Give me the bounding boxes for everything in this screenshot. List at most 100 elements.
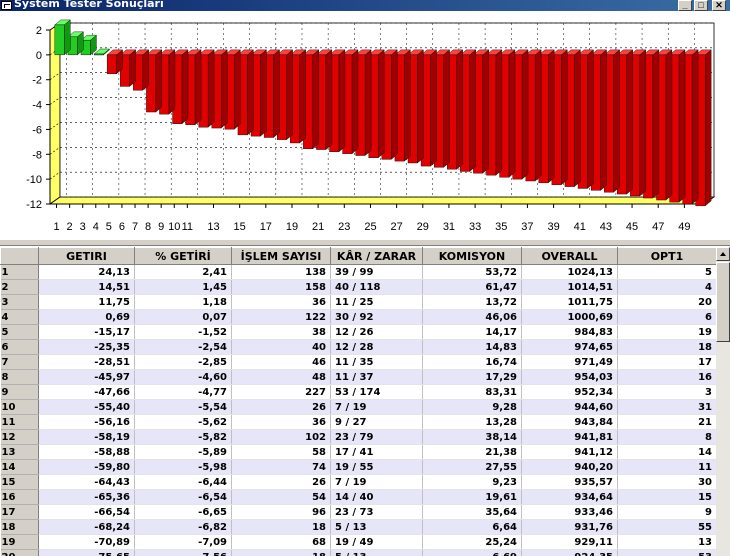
table-cell: 931,76 bbox=[521, 519, 618, 535]
minimize-button[interactable]: _ bbox=[678, 0, 692, 11]
table-row[interactable]: 19 -70,89 -7,09 68 19 / 49 25,24 929,11 13 bbox=[0, 534, 716, 550]
table-cell: -5,82 bbox=[134, 429, 232, 445]
table-cell: 12 / 26 bbox=[330, 324, 423, 340]
table-row[interactable]: 1 24,13 2,41 138 39 / 99 53,72 1024,13 5 bbox=[0, 264, 716, 280]
table-row[interactable]: 16 -65,36 -6,54 54 14 / 40 19,61 934,64 15 bbox=[0, 489, 716, 505]
table-cell: 1024,13 bbox=[521, 264, 618, 280]
table-cell: 924,35 bbox=[521, 549, 618, 556]
maximize-button[interactable]: □ bbox=[694, 0, 708, 11]
table-row[interactable]: 13 -58,88 -5,89 58 17 / 41 21,38 941,12 14 bbox=[0, 444, 716, 460]
table-row[interactable]: 14 -59,80 -5,98 74 19 / 55 27,55 940,20 11 bbox=[0, 459, 716, 475]
table-cell: -65,36 bbox=[38, 489, 135, 505]
row-number-cell: 10 bbox=[0, 399, 39, 415]
table-cell: 941,81 bbox=[521, 429, 618, 445]
table-row[interactable]: 5 -15,17 -1,52 38 12 / 26 14,17 984,83 19 bbox=[0, 324, 716, 340]
table-cell: -5,62 bbox=[134, 414, 232, 430]
table-cell: 16,74 bbox=[422, 354, 522, 370]
table-cell: 53,72 bbox=[422, 264, 522, 280]
x-tick-label: 31 bbox=[443, 221, 455, 233]
returns-bar-chart: 20-2-4-6-8-10-121 2 3 4 5 6 7 8 9 10 11 13 15 17 19 21 2… bbox=[26, 19, 716, 233]
table-cell: 58 bbox=[231, 444, 331, 460]
x-tick-label: 39 bbox=[547, 221, 559, 233]
table-cell: 46,06 bbox=[422, 309, 522, 325]
table-cell: 6 bbox=[617, 309, 716, 325]
y-tick-label: -12 bbox=[26, 199, 42, 211]
table-cell: 5 / 13 bbox=[330, 519, 423, 535]
table-cell: -5,54 bbox=[134, 399, 232, 415]
table-row[interactable]: 9 -47,66 -4,77 227 53 / 174 83,31 952,34 3 bbox=[0, 384, 716, 400]
table-cell: 13,28 bbox=[422, 414, 522, 430]
table-cell: 15 bbox=[617, 489, 716, 505]
table-cell: 61,47 bbox=[422, 279, 522, 295]
table-cell: 984,83 bbox=[521, 324, 618, 340]
x-tick-label: 9 bbox=[158, 221, 164, 233]
table-row[interactable]: 2 14,51 1,45 158 40 / 118 61,47 1014,51 4 bbox=[0, 279, 716, 295]
table-cell: 16 bbox=[617, 369, 716, 385]
table-cell: 929,11 bbox=[521, 534, 618, 550]
x-tick-label: 4 bbox=[93, 221, 99, 233]
y-tick-label: -2 bbox=[32, 75, 42, 87]
x-tick-label: 23 bbox=[338, 221, 350, 233]
x-tick-label: 17 bbox=[260, 221, 272, 233]
table-cell: -66,54 bbox=[38, 504, 135, 520]
close-button[interactable]: ✕ bbox=[712, 0, 726, 11]
table-cell: -68,24 bbox=[38, 519, 135, 535]
table-cell: 14,83 bbox=[422, 339, 522, 355]
table-row[interactable]: 18 -68,24 -6,82 18 5 / 13 6,64 931,76 55 bbox=[0, 519, 716, 535]
table-cell: 935,57 bbox=[521, 474, 618, 490]
table-cell: -6,54 bbox=[134, 489, 232, 505]
row-number-cell: 20 bbox=[0, 549, 39, 556]
x-tick-label: 15 bbox=[234, 221, 246, 233]
table-row[interactable]: 6 -25,35 -2,54 40 12 / 28 14,83 974,65 18 bbox=[0, 339, 716, 355]
vertical-scrollbar[interactable] bbox=[716, 247, 730, 556]
column-header[interactable]: KOMISYON bbox=[422, 247, 522, 265]
table-cell: 54 bbox=[231, 489, 331, 505]
row-number-cell: 9 bbox=[0, 384, 39, 400]
x-tick-label: 41 bbox=[574, 221, 586, 233]
table-cell: 23 / 73 bbox=[330, 504, 423, 520]
row-number-cell: 17 bbox=[0, 504, 39, 520]
table-row[interactable]: 20-75,65-7,56185 / 136,69924,3553 bbox=[0, 549, 716, 556]
table-cell: -55,40 bbox=[38, 399, 135, 415]
column-header[interactable]: OVERALL bbox=[521, 247, 618, 265]
table-cell: 4 bbox=[617, 279, 716, 295]
y-tick-label: 2 bbox=[36, 25, 42, 37]
table-cell: 96 bbox=[231, 504, 331, 520]
table-cell: 1014,51 bbox=[521, 279, 618, 295]
row-number-cell: 15 bbox=[0, 474, 39, 490]
column-header[interactable]: % GETİRİ bbox=[134, 247, 232, 265]
row-number-cell: 18 bbox=[0, 519, 39, 535]
table-cell: 13 bbox=[617, 534, 716, 550]
scroll-thumb[interactable] bbox=[716, 262, 730, 342]
row-number-header[interactable] bbox=[0, 247, 39, 265]
x-tick-label: 43 bbox=[600, 221, 612, 233]
table-row[interactable]: 11 -56,16 -5,62 36 9 / 27 13,28 943,84 21 bbox=[0, 414, 716, 430]
table-cell: 17,29 bbox=[422, 369, 522, 385]
column-header[interactable]: GETIRI bbox=[38, 247, 135, 265]
table-cell: 53 bbox=[617, 549, 716, 556]
table-row[interactable]: 17 -66,54 -6,65 96 23 / 73 35,64 933,46 9 bbox=[0, 504, 716, 520]
table-cell: 13,72 bbox=[422, 294, 522, 310]
table-cell: -58,19 bbox=[38, 429, 135, 445]
x-tick-label: 2 bbox=[67, 221, 73, 233]
table-cell: -75,65 bbox=[38, 549, 135, 556]
table-cell: 11 bbox=[617, 459, 716, 475]
table-row[interactable]: 7 -28,51 -2,85 46 11 / 35 16,74 971,49 17 bbox=[0, 354, 716, 370]
table-row[interactable]: 12 -58,19 -5,82 102 23 / 79 38,14 941,81 8 bbox=[0, 429, 716, 445]
table-cell: 11 / 25 bbox=[330, 294, 423, 310]
splitter[interactable] bbox=[0, 239, 730, 246]
table-cell: 53 / 174 bbox=[330, 384, 423, 400]
table-cell: -6,82 bbox=[134, 519, 232, 535]
table-row[interactable]: 15 -64,43 -6,44 26 7 / 19 9,23 935,57 30 bbox=[0, 474, 716, 490]
table-row[interactable]: 10 -55,40 -5,54 26 7 / 19 9,28 944,60 31 bbox=[0, 399, 716, 415]
table-row[interactable]: 8 -45,97 -4,60 48 11 / 37 17,29 954,03 16 bbox=[0, 369, 716, 385]
y-tick-label: -10 bbox=[26, 174, 42, 186]
column-header[interactable]: KÂR / ZARAR bbox=[330, 247, 423, 265]
table-row[interactable]: 3 11,75 1,18 36 11 / 25 13,72 1011,75 20 bbox=[0, 294, 716, 310]
table-cell: 19 bbox=[617, 324, 716, 340]
x-tick-label: 25 bbox=[364, 221, 376, 233]
column-header[interactable]: İŞLEM SAYISI bbox=[231, 247, 331, 265]
table-row[interactable]: 4 0,69 0,07 122 30 / 92 46,06 1000,69 6 bbox=[0, 309, 716, 325]
column-header[interactable]: OPT1 bbox=[617, 247, 716, 265]
scroll-up-arrow-icon[interactable] bbox=[716, 247, 730, 261]
